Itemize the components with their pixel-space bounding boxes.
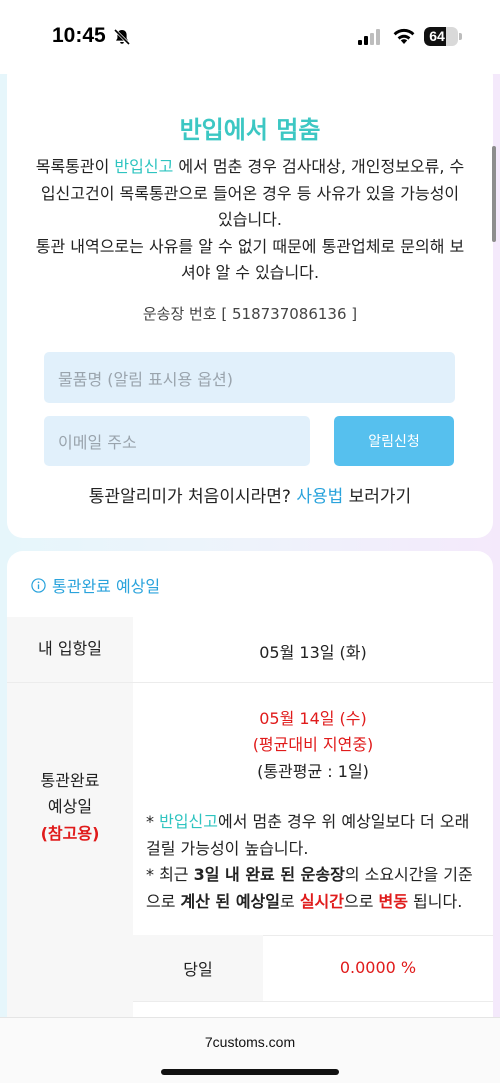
status-time: 10:45	[52, 24, 106, 47]
sameday-value: 0.0000 %	[339, 958, 417, 977]
status-title: 반입에서 멈춤	[179, 116, 321, 144]
estimate-notes: * 반입신고에서 멈춘 경우 위 예상일보다 더 오래 걸릴 가능성이 높습니다…	[144, 809, 484, 915]
cellular-signal-icon	[358, 29, 380, 45]
guide-text: 통관알리미가 처음이시라면? 사용법 보러가기	[88, 487, 412, 507]
bell-off-icon	[113, 28, 131, 46]
info-icon	[31, 577, 46, 593]
divider	[7, 682, 493, 683]
sameday-label: 당일	[183, 960, 213, 979]
estimate-label: 예상일	[47, 797, 93, 816]
status-description: 목록통관이 반입신고 에서 멈춘 경우 검사대상, 개인정보오류, 수입신고건이…	[35, 157, 465, 282]
status-card: 반입에서 멈춤 목록통관이 반입신고 에서 멈춘 경우 검사대상, 개인정보오류…	[7, 60, 493, 538]
scrollbar[interactable]	[492, 146, 496, 242]
battery-percent: 64	[429, 28, 445, 44]
product-name-input[interactable]: 물품명 (알림 표시용 옵션)	[44, 352, 455, 403]
home-indicator[interactable]	[161, 1069, 339, 1075]
estimate-date: 05월 14일 (수)	[259, 709, 367, 728]
url-text[interactable]: 7customs.com	[0, 1034, 500, 1050]
arrival-value: 05월 13일 (화)	[259, 643, 367, 662]
note-2: * 최근 3일 내 완료 된 운송장의 소요시간을 기준으로 계산 된 예상일로…	[146, 865, 473, 911]
guide-link[interactable]: 사용법	[296, 487, 343, 507]
email-input[interactable]: 이메일 주소	[44, 416, 310, 466]
estimate-label: 통관완료	[40, 771, 100, 790]
status-bar: 10:45 64	[0, 0, 500, 74]
label-column	[7, 617, 133, 1083]
average-clearance: (통관평균 : 1일)	[257, 762, 369, 781]
highlight-import-report: 반입신고	[114, 157, 174, 176]
arrival-label: 내 입항일	[38, 639, 102, 658]
estimate-card: 통관완료 예상일 내 입항일 05월 13일 (화) 통관완료 예상일 (참고용…	[7, 551, 493, 1083]
estimate-delay-status: (평균대비 지연중)	[252, 735, 374, 754]
battery-icon: 64	[424, 27, 458, 46]
battery-cap	[459, 33, 462, 40]
divider	[133, 1001, 493, 1002]
reference-label: (참고용)	[40, 824, 100, 843]
browser-address-bar[interactable]: 7customs.com	[0, 1017, 500, 1083]
tracking-number: 운송장 번호 [ 518737086136 ]	[142, 305, 358, 323]
notify-button[interactable]: 알림신청	[334, 416, 454, 466]
section-header: 통관완료 예상일	[31, 573, 160, 597]
note-1: * 반입신고에서 멈춘 경우 위 예상일보다 더 오래 걸릴 가능성이 높습니다…	[146, 812, 470, 858]
wifi-icon	[393, 28, 415, 44]
